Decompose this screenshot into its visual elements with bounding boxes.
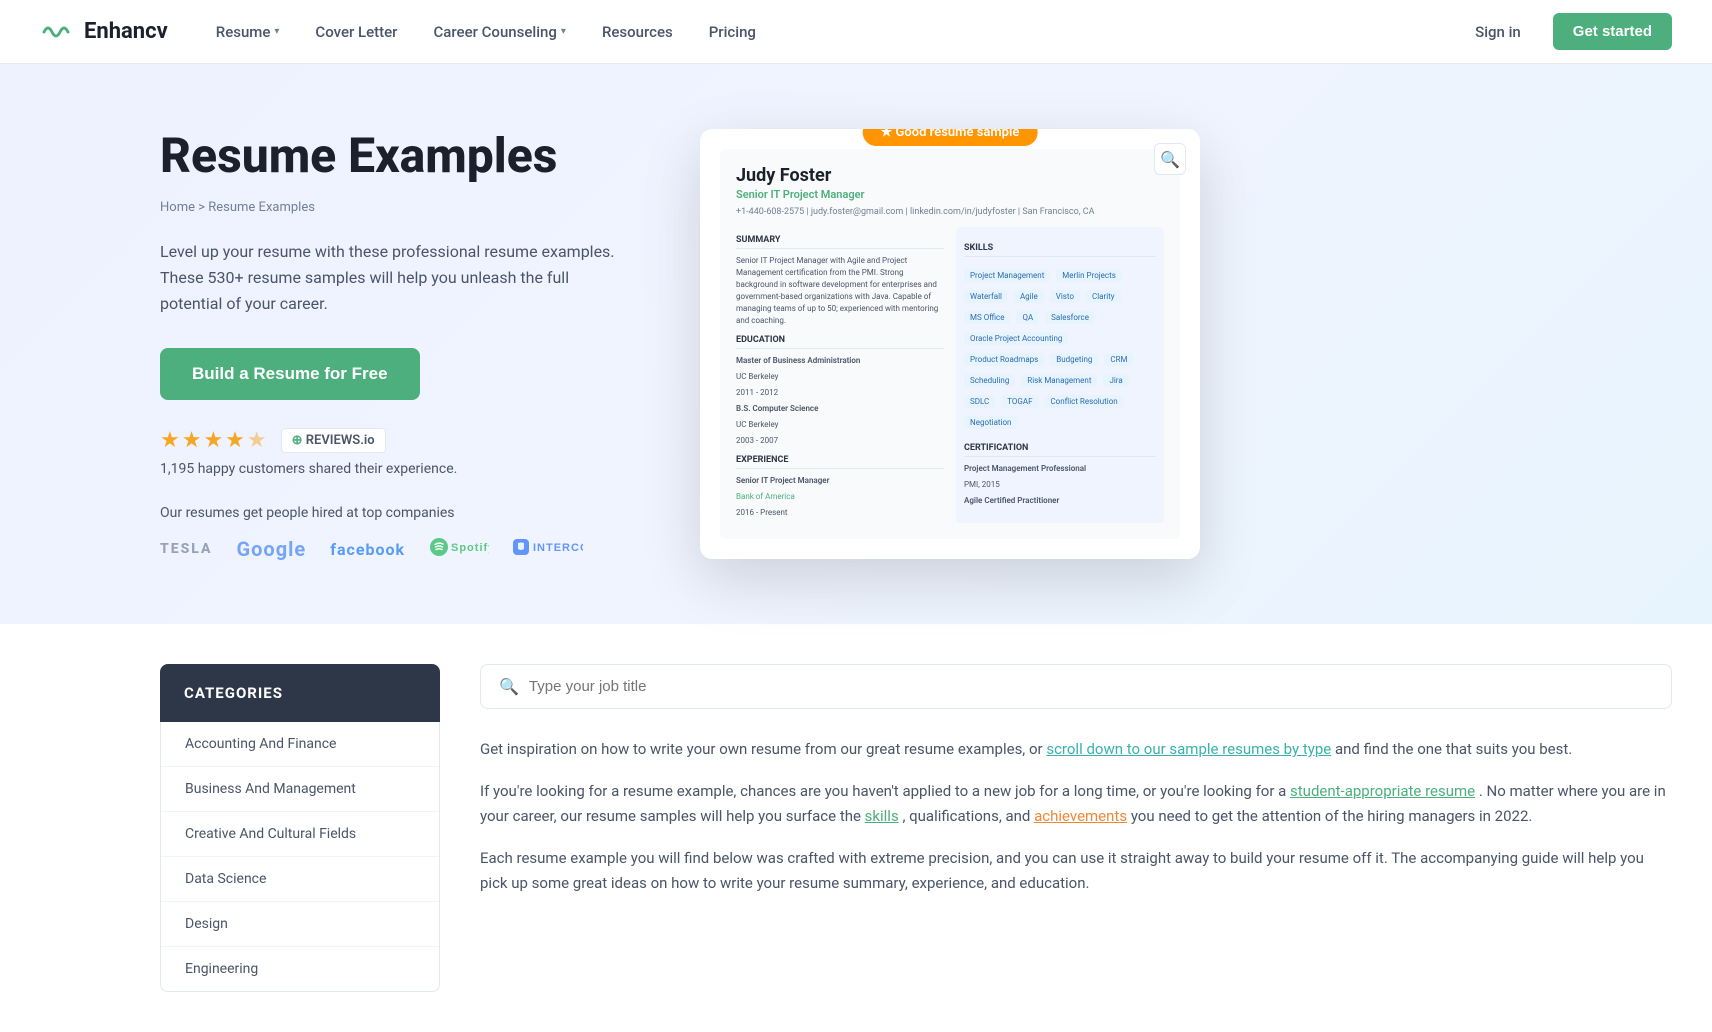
resume-preview-content: Judy Foster Senior IT Project Manager +1…: [720, 149, 1180, 539]
resume-card: Good resume sample 🔍 Judy Foster Senior …: [700, 129, 1200, 559]
chevron-down-icon: ▾: [561, 26, 566, 37]
resume-job-title: Senior IT Project Manager: [736, 188, 1164, 201]
reviews-plus-icon: ⊕: [292, 433, 306, 448]
scroll-to-samples-link[interactable]: scroll down to our sample resumes by typ…: [1046, 740, 1331, 758]
sidebar-item-engineering[interactable]: Engineering: [161, 947, 439, 991]
achievements-link[interactable]: achievements: [1034, 807, 1127, 825]
sidebar-item-design[interactable]: Design: [161, 902, 439, 947]
resume-left-col: SUMMARY Senior IT Project Manager with A…: [736, 227, 944, 523]
good-badge: Good resume sample: [863, 129, 1038, 146]
categories-sidebar: CATEGORIES Accounting And Finance Busine…: [160, 664, 440, 992]
categories-list: Accounting And Finance Business And Mana…: [160, 722, 440, 992]
resume-preview: Good resume sample 🔍 Judy Foster Senior …: [700, 129, 1200, 559]
svg-text:Spotify: Spotify: [451, 542, 489, 554]
bottom-section: CATEGORIES Accounting And Finance Busine…: [0, 624, 1712, 1032]
nav-links: Resume ▾ Cover Letter Career Counseling …: [200, 15, 1459, 49]
sidebar-item-creative[interactable]: Creative And Cultural Fields: [161, 812, 439, 857]
nav-resume[interactable]: Resume ▾: [200, 15, 296, 49]
sidebar-item-accounting[interactable]: Accounting And Finance: [161, 722, 439, 767]
nav-resources[interactable]: Resources: [586, 15, 689, 49]
star-rating: ★★★★★: [160, 428, 269, 453]
companies-label: Our resumes get people hired at top comp…: [160, 505, 640, 521]
svg-text:INTERCOM: INTERCOM: [533, 542, 583, 554]
resume-layout: SUMMARY Senior IT Project Manager with A…: [736, 227, 1164, 523]
sidebar-item-data-science[interactable]: Data Science: [161, 857, 439, 902]
resume-contact: +1-440-608-2575 | judy.foster@gmail.com …: [736, 207, 1164, 217]
logo-text: Enhancv: [84, 19, 168, 44]
hero-section: Resume Examples Home > Resume Examples L…: [0, 64, 1712, 624]
get-started-button[interactable]: Get started: [1553, 13, 1672, 50]
navbar: Enhancv Resume ▾ Cover Letter Career Cou…: [0, 0, 1712, 64]
sidebar-item-business[interactable]: Business And Management: [161, 767, 439, 812]
sign-in-button[interactable]: Sign in: [1459, 15, 1537, 49]
search-icon: 🔍: [499, 677, 519, 696]
main-content: 🔍 Get inspiration on how to write your o…: [480, 664, 1672, 992]
main-para-1: Get inspiration on how to write your own…: [480, 737, 1672, 763]
hero-content: Resume Examples Home > Resume Examples L…: [160, 127, 640, 561]
breadcrumb: Home > Resume Examples: [160, 200, 640, 215]
main-para-3: Each resume example you will find below …: [480, 846, 1672, 897]
tesla-logo: TESLA: [160, 541, 212, 557]
company-logos: TESLA Google facebook Spotify INTERCOM: [160, 537, 640, 561]
intercom-logo: INTERCOM: [513, 537, 583, 561]
zoom-icon[interactable]: 🔍: [1154, 143, 1186, 175]
categories-header: CATEGORIES: [160, 664, 440, 722]
nav-pricing[interactable]: Pricing: [693, 15, 772, 49]
spotify-logo: Spotify: [429, 537, 489, 561]
spotify-icon: Spotify: [429, 537, 489, 557]
resume-right-col: SKILLS Project Management Merlin Project…: [956, 227, 1164, 523]
nav-right: Sign in Get started: [1459, 13, 1672, 50]
search-input[interactable]: [529, 678, 1653, 695]
ratings-row: ★★★★★ ⊕ REVIEWS.io: [160, 428, 640, 453]
resume-skills: Project Management Merlin Projects Water…: [964, 263, 1156, 431]
chevron-down-icon: ▾: [274, 26, 279, 37]
page-title: Resume Examples: [160, 127, 640, 185]
google-logo: Google: [236, 537, 306, 561]
main-para-2: If you're looking for a resume example, …: [480, 779, 1672, 830]
reviews-text: 1,195 happy customers shared their exper…: [160, 461, 640, 477]
intercom-icon: INTERCOM: [513, 537, 583, 557]
search-bar[interactable]: 🔍: [480, 664, 1672, 709]
nav-career-counseling[interactable]: Career Counseling ▾: [418, 15, 582, 49]
hero-description: Level up your resume with these professi…: [160, 239, 620, 316]
build-resume-button[interactable]: Build a Resume for Free: [160, 348, 420, 400]
skills-link[interactable]: skills: [865, 807, 899, 825]
facebook-logo: facebook: [330, 540, 405, 559]
student-resume-link[interactable]: student-appropriate resume: [1290, 782, 1475, 800]
resume-name: Judy Foster: [736, 165, 1164, 186]
nav-cover-letter[interactable]: Cover Letter: [299, 15, 413, 49]
breadcrumb-home[interactable]: Home: [160, 200, 195, 215]
logo[interactable]: Enhancv: [40, 19, 168, 44]
reviews-badge: ⊕ REVIEWS.io: [281, 428, 386, 453]
